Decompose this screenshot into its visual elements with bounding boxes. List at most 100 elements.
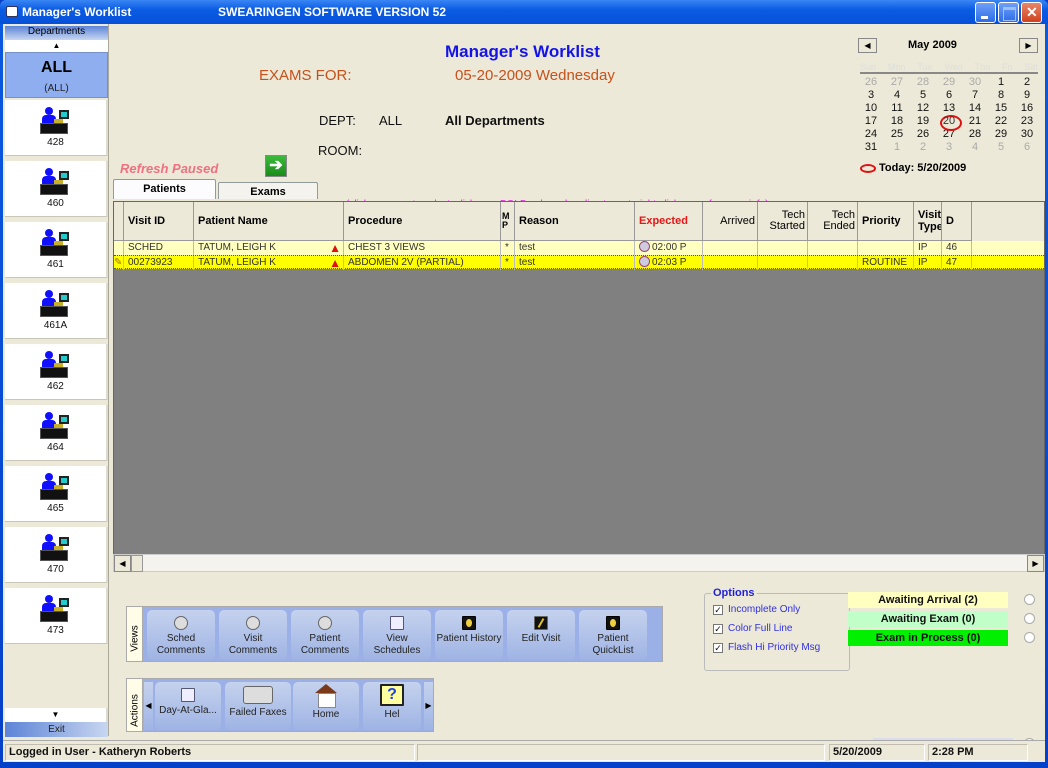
views-button-patient-comments[interactable]: Patient Comments <box>291 610 359 660</box>
option-checkbox[interactable]: ✓ <box>713 605 723 615</box>
actions-scroll-right-button[interactable]: ▶ <box>424 682 433 730</box>
column-header[interactable]: Visit ID <box>124 202 194 241</box>
calendar-today-link[interactable]: Today: 5/20/2009 <box>860 162 966 174</box>
sidebar-item-room[interactable]: 470 <box>5 527 108 583</box>
calendar-day[interactable]: 25 <box>884 128 910 141</box>
scroll-right-button[interactable]: ▶ <box>1027 555 1044 572</box>
table-row[interactable]: SCHED TATUM, LEIGH K ▲ CHEST 3 VIEWS * test 02… <box>114 241 1044 255</box>
calendar-day[interactable]: 23 <box>1014 115 1040 128</box>
calendar-day[interactable]: 29 <box>936 76 962 89</box>
option-checkbox[interactable]: ✓ <box>713 643 723 653</box>
calendar-day[interactable]: 5 <box>988 141 1014 154</box>
sidebar-scroll-down-button[interactable]: ▼ <box>5 708 108 722</box>
calendar-day[interactable]: 19 <box>910 115 936 128</box>
column-header[interactable]: Priority <box>858 202 914 241</box>
sidebar-item-room[interactable]: 462 <box>5 344 108 400</box>
calendar-day[interactable]: 24 <box>858 128 884 141</box>
calendar-day[interactable]: 2 <box>910 141 936 154</box>
column-header[interactable]: Patient Name <box>194 202 344 241</box>
close-button[interactable] <box>1021 2 1042 23</box>
calendar-day[interactable]: 2 <box>1014 76 1040 89</box>
calendar-day[interactable]: 17 <box>858 115 884 128</box>
calendar-day[interactable]: 28 <box>910 76 936 89</box>
sidebar-item-room[interactable]: 465 <box>5 466 108 522</box>
tab-patients[interactable]: Patients <box>113 179 216 199</box>
calendar-day[interactable]: 3 <box>858 89 884 102</box>
calendar-day[interactable]: 1 <box>884 141 910 154</box>
calendar-day[interactable]: 14 <box>962 102 988 115</box>
calendar-day[interactable]: 7 <box>962 89 988 102</box>
calendar-day[interactable]: 16 <box>1014 102 1040 115</box>
status-filter-radio[interactable] <box>1024 613 1035 624</box>
calendar-prev-button[interactable]: ◀ <box>858 38 877 53</box>
sidebar-item-room[interactable]: 473 <box>5 588 108 644</box>
sidebar-item-room[interactable]: 461 <box>5 222 108 278</box>
calendar-day[interactable]: 29 <box>988 128 1014 141</box>
calendar-day[interactable]: 5 <box>910 89 936 102</box>
calendar-day[interactable]: 6 <box>1014 141 1040 154</box>
sidebar-scroll-up-button[interactable]: ▲ <box>5 40 108 52</box>
calendar-day[interactable]: 8 <box>988 89 1014 102</box>
calendar-day[interactable]: 18 <box>884 115 910 128</box>
calendar-day[interactable]: 15 <box>988 102 1014 115</box>
calendar-day[interactable]: 10 <box>858 102 884 115</box>
column-header[interactable]: Arrived <box>703 202 758 241</box>
calendar-day[interactable]: 21 <box>962 115 988 128</box>
sidebar-item-all[interactable]: ALL (ALL) <box>5 52 108 98</box>
horizontal-scrollbar[interactable]: ◀ ▶ <box>113 554 1045 572</box>
calendar-day[interactable]: 26 <box>858 76 884 89</box>
column-header[interactable]: M P <box>501 202 515 241</box>
option-color-full-line[interactable]: ✓ Color Full Line <box>713 623 792 634</box>
table-row[interactable]: ✎ 00273923 TATUM, LEIGH K ▲ ABDOMEN 2V (PART… <box>114 255 1044 270</box>
calendar-day[interactable]: 22 <box>988 115 1014 128</box>
calendar-day-selected[interactable]: 20 <box>936 115 962 131</box>
calendar-day[interactable]: 3 <box>936 141 962 154</box>
sidebar-item-room[interactable]: 461A <box>5 283 108 339</box>
column-header[interactable]: Expected <box>635 202 703 241</box>
status-filter-radio[interactable] <box>1024 632 1035 643</box>
calendar-day[interactable]: 27 <box>884 76 910 89</box>
actions-scroll-left-button[interactable]: ◀ <box>144 682 153 730</box>
calendar-day[interactable]: 13 <box>936 102 962 115</box>
actions-button-failed-faxes[interactable]: Failed Faxes <box>225 682 291 730</box>
column-header[interactable]: D <box>942 202 972 241</box>
calendar-day[interactable]: 6 <box>936 89 962 102</box>
option-flash-hi-priority-msg[interactable]: ✓ Flash Hi Priority Msg <box>713 642 820 653</box>
row-edit-pencil-icon[interactable]: ✎ <box>114 256 124 270</box>
scroll-thumb[interactable] <box>131 555 143 572</box>
calendar-day[interactable]: 1 <box>988 76 1014 89</box>
calendar-day[interactable]: 28 <box>962 128 988 141</box>
views-button-visit-comments[interactable]: Visit Comments <box>219 610 287 660</box>
views-button-sched-comments[interactable]: Sched Comments <box>147 610 215 660</box>
calendar-day[interactable]: 12 <box>910 102 936 115</box>
exit-button[interactable]: Exit <box>5 722 108 737</box>
calendar-day[interactable]: 26 <box>910 128 936 141</box>
calendar-next-button[interactable]: ▶ <box>1019 38 1038 53</box>
sidebar-item-room[interactable]: 464 <box>5 405 108 461</box>
refresh-arrow-button[interactable]: ➔ <box>265 155 287 177</box>
minimize-button[interactable] <box>975 2 996 23</box>
sidebar-item-room[interactable]: 460 <box>5 161 108 217</box>
maximize-button[interactable] <box>998 2 1019 23</box>
option-incomplete-only[interactable]: ✓ Incomplete Only <box>713 604 800 615</box>
calendar-day[interactable]: 30 <box>962 76 988 89</box>
option-checkbox[interactable]: ✓ <box>713 624 723 634</box>
column-header[interactable]: Tech Started <box>758 202 808 241</box>
calendar-day[interactable]: 9 <box>1014 89 1040 102</box>
scroll-left-button[interactable]: ◀ <box>114 555 131 572</box>
actions-button-home[interactable]: Home <box>293 682 359 730</box>
actions-button-hel[interactable]: ? Hel <box>363 682 421 730</box>
views-button-patient-history[interactable]: Patient History <box>435 610 503 660</box>
views-button-view-schedules[interactable]: View Schedules <box>363 610 431 660</box>
column-header[interactable]: Tech Ended <box>808 202 858 241</box>
tab-exams[interactable]: Exams <box>218 182 318 199</box>
calendar-day[interactable]: 4 <box>962 141 988 154</box>
calendar-day[interactable]: 31 <box>858 141 884 154</box>
status-filter-radio[interactable] <box>1024 594 1035 605</box>
sidebar-item-room[interactable]: 428 <box>5 100 108 156</box>
column-header[interactable]: Procedure <box>344 202 501 241</box>
actions-button-day-at-gla[interactable]: Day-At-Gla... <box>155 682 221 730</box>
row-selector[interactable] <box>114 241 124 255</box>
column-header[interactable]: Visit Type <box>914 202 942 241</box>
column-header[interactable]: Reason <box>515 202 635 241</box>
